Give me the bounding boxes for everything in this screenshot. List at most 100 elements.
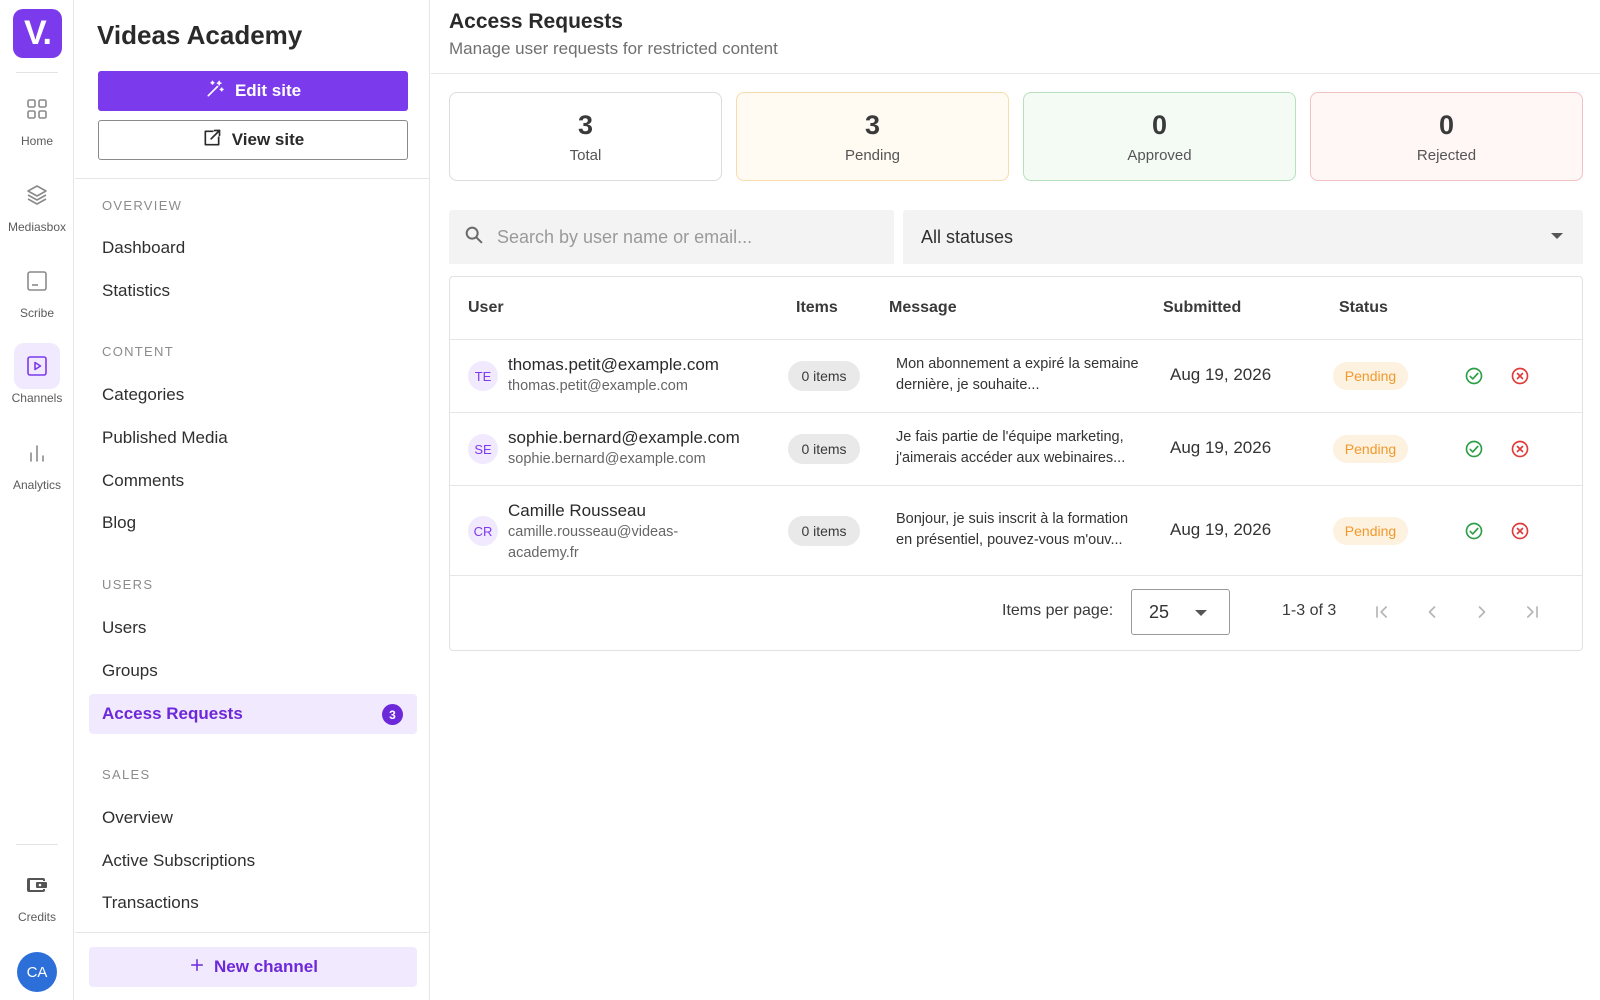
dropdown-caret-icon [1195, 610, 1207, 616]
status-badge: Pending [1333, 517, 1408, 545]
table-row[interactable]: TE thomas.petit@example.com thomas.petit… [450, 339, 1582, 412]
first-page-icon [1376, 606, 1387, 618]
rail-item-channels[interactable]: Channels [0, 343, 74, 405]
nav-item-statistics[interactable]: Statistics [89, 271, 417, 311]
request-message: Mon abonnement a expiré la semaine derni… [896, 356, 1139, 393]
stat-card-approved: 0 Approved [1023, 92, 1296, 181]
stat-card-rejected: 0 Rejected [1310, 92, 1583, 181]
items-per-page-select[interactable]: 25 [1131, 589, 1230, 635]
nav-item-label: Access Requests [102, 704, 243, 723]
nav-item-users[interactable]: Users [89, 608, 417, 648]
section-users: USERS [102, 577, 154, 592]
document-icon [14, 258, 60, 304]
stat-value: 0 [1151, 109, 1168, 140]
status-filter-select[interactable]: All statuses [903, 210, 1583, 264]
user-name: Camille Rousseau [508, 501, 646, 520]
reject-button[interactable] [1509, 365, 1531, 387]
last-page-button[interactable] [1518, 598, 1546, 626]
stat-label: Rejected [1416, 146, 1477, 164]
reject-button[interactable] [1509, 520, 1531, 542]
next-page-button[interactable] [1468, 598, 1496, 626]
table-row[interactable]: CR Camille Rousseau camille.rousseau@vid… [450, 485, 1582, 575]
first-page-button[interactable] [1368, 598, 1396, 626]
column-header-submitted[interactable]: Submitted [1163, 277, 1241, 339]
stat-label: Total [569, 146, 602, 164]
edit-site-button[interactable]: Edit site [98, 71, 408, 111]
x-circle-icon [1511, 440, 1529, 458]
icon-rail: V. Home Mediasbox Scribe Channels Analyt… [0, 0, 74, 1000]
reject-button[interactable] [1509, 438, 1531, 460]
approve-button[interactable] [1463, 438, 1485, 460]
site-sidebar: Videas Academy Edit site View site OVERV… [75, 0, 430, 1000]
nav-item-sales-overview[interactable]: Overview [89, 798, 417, 838]
approve-button[interactable] [1463, 520, 1485, 542]
count-badge: 3 [382, 704, 403, 725]
column-header-status[interactable]: Status [1339, 277, 1388, 339]
external-link-icon [202, 128, 222, 153]
sidebar-divider [75, 932, 430, 933]
new-channel-label: New channel [214, 957, 318, 976]
check-circle-icon [1465, 440, 1483, 458]
rail-label: Mediasbox [7, 220, 67, 234]
user-name: sophie.bernard@example.com [508, 428, 740, 447]
section-sales: SALES [102, 767, 151, 782]
status-badge: Pending [1333, 362, 1408, 390]
nav-item-categories[interactable]: Categories [89, 375, 417, 415]
stat-label: Approved [1127, 146, 1192, 164]
column-header-message[interactable]: Message [889, 277, 957, 339]
user-avatar[interactable]: CA [17, 952, 57, 992]
page-title: Access Requests [449, 10, 623, 33]
rail-item-home[interactable]: Home [0, 86, 74, 148]
rail-label: Channels [11, 391, 63, 405]
submitted-date: Aug 19, 2026 [1170, 520, 1272, 539]
bar-chart-icon [14, 430, 60, 476]
stat-card-total: 3 Total [449, 92, 722, 181]
items-per-page-value: 25 [1149, 601, 1170, 622]
previous-page-button[interactable] [1418, 598, 1446, 626]
view-site-button[interactable]: View site [98, 120, 408, 160]
nav-item-groups[interactable]: Groups [89, 651, 417, 691]
search-input[interactable] [497, 226, 877, 248]
wallet-icon [14, 862, 60, 908]
rail-item-scribe[interactable]: Scribe [0, 258, 74, 320]
nav-item-blog[interactable]: Blog [89, 503, 417, 543]
section-content: CONTENT [102, 344, 174, 359]
access-requests-table: User Items Message Submitted Status TE t… [449, 276, 1583, 651]
submitted-date: Aug 19, 2026 [1170, 438, 1272, 457]
dropdown-caret-icon [1551, 233, 1563, 239]
submitted-date: Aug 19, 2026 [1170, 365, 1272, 384]
logo-text: V. [23, 14, 52, 52]
stat-value: 3 [864, 109, 881, 140]
page-subtitle: Manage user requests for restricted cont… [449, 39, 778, 58]
table-row[interactable]: SE sophie.bernard@example.com sophie.ber… [450, 412, 1582, 485]
stat-value: 3 [577, 109, 594, 140]
search-field[interactable] [449, 210, 894, 264]
rail-item-mediasbox[interactable]: Mediasbox [0, 172, 74, 234]
rail-item-credits[interactable]: Credits [0, 862, 74, 924]
user-email: thomas.petit@example.com [508, 378, 688, 394]
status-badge: Pending [1333, 435, 1408, 463]
nav-item-published-media[interactable]: Published Media [89, 418, 417, 458]
new-channel-button[interactable]: New channel [89, 947, 417, 987]
nav-item-dashboard[interactable]: Dashboard [89, 228, 417, 268]
user-initials-avatar: CR [468, 516, 498, 546]
rail-item-analytics[interactable]: Analytics [0, 430, 74, 492]
check-circle-icon [1465, 522, 1483, 540]
nav-item-active-subscriptions[interactable]: Active Subscriptions [89, 841, 417, 881]
nav-item-access-requests[interactable]: Access Requests 3 [89, 694, 417, 734]
stat-card-pending: 3 Pending [736, 92, 1009, 181]
nav-item-transactions[interactable]: Transactions [89, 883, 417, 923]
nav-item-comments[interactable]: Comments [89, 461, 417, 501]
status-filter-value: All statuses [921, 226, 1014, 247]
column-header-user[interactable]: User [468, 277, 504, 339]
column-header-items[interactable]: Items [796, 277, 838, 339]
approve-button[interactable] [1463, 365, 1485, 387]
last-page-icon [1527, 606, 1538, 618]
rail-label: Credits [17, 910, 56, 924]
view-site-label: View site [231, 130, 305, 149]
grid-icon [14, 86, 60, 132]
main-content: Access Requests Manage user requests for… [431, 0, 1600, 1000]
chevron-right-icon [1478, 606, 1486, 618]
app-logo[interactable]: V. [13, 9, 62, 58]
stat-value: 0 [1438, 109, 1455, 140]
